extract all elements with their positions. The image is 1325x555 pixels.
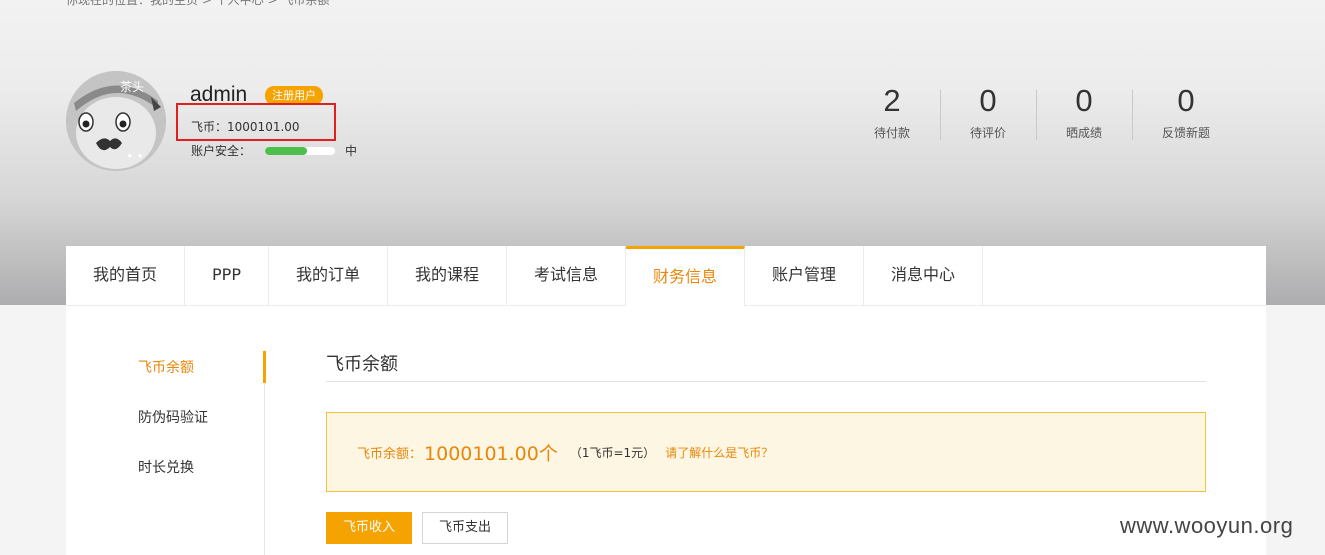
exchange-rate: （1飞币=1元）	[569, 445, 656, 460]
tab-home[interactable]: 我的首页	[66, 246, 185, 306]
stat-label: 晒成绩	[1065, 126, 1102, 140]
security-label: 账户安全：	[191, 144, 252, 158]
stat-show-scores[interactable]: 0 晒成绩	[1036, 82, 1132, 141]
coin-income-button[interactable]: 飞币收入	[326, 512, 412, 544]
account-security: 账户安全： 中	[191, 142, 357, 159]
avatar-face-icon: 茶头 ✦ ✦	[66, 71, 166, 171]
stat-label: 待评价	[969, 126, 1006, 140]
stat-feedback-questions[interactable]: 0 反馈新题	[1132, 82, 1240, 141]
stat-value: 0	[1075, 83, 1093, 118]
svg-text:✦ ✦: ✦ ✦	[126, 152, 144, 162]
order-stats: 2 待付款 0 待评价 0 晒成绩 0 反馈新题	[844, 82, 1240, 141]
tab-courses[interactable]: 我的课程	[388, 246, 507, 306]
stat-pending-payment[interactable]: 2 待付款	[844, 82, 940, 141]
balance-value: 1000101.00个	[424, 442, 558, 465]
security-level: 中	[345, 144, 358, 158]
breadcrumb: 你现在的位置：我的主页 > 个人中心 > 飞币余额	[66, 0, 330, 7]
stat-value: 0	[1177, 83, 1195, 118]
side-item-coin-balance[interactable]: 飞币余额	[66, 350, 266, 400]
side-nav: 飞币余额 防伪码验证 时长兑换	[66, 350, 266, 500]
side-item-anti-counterfeit[interactable]: 防伪码验证	[66, 400, 266, 450]
coin-history-buttons: 飞币收入 飞币支出	[326, 512, 508, 544]
security-meter	[265, 146, 336, 155]
tab-ppp[interactable]: PPP	[185, 246, 269, 306]
side-item-time-exchange[interactable]: 时长兑换	[66, 450, 266, 500]
section-divider	[326, 381, 1206, 382]
main-tabs: 我的首页 PPP 我的订单 我的课程 考试信息 财务信息 账户管理 消息中心	[66, 246, 1266, 306]
stat-label: 反馈新题	[1161, 126, 1210, 140]
stat-pending-review[interactable]: 0 待评价	[940, 82, 1036, 141]
stat-label: 待付款	[873, 126, 910, 140]
tab-finance[interactable]: 财务信息	[626, 246, 745, 306]
what-is-coin-link[interactable]: 请了解什么是飞币？	[665, 444, 773, 461]
avatar[interactable]: 茶头 ✦ ✦	[66, 71, 166, 171]
stat-value: 2	[883, 83, 901, 118]
tab-exam-info[interactable]: 考试信息	[507, 246, 626, 306]
watermark: www.wooyun.org	[1120, 513, 1294, 538]
side-nav-active-indicator	[263, 351, 266, 383]
coin-expense-button[interactable]: 飞币支出	[422, 512, 508, 544]
security-meter-fill	[265, 146, 308, 155]
coin-highlight-annotation	[176, 103, 336, 141]
balance-panel: 飞币余额： 1000101.00个 （1飞币=1元） 请了解什么是飞币？	[326, 412, 1206, 492]
balance-label: 飞币余额：	[357, 446, 423, 462]
tab-messages[interactable]: 消息中心	[864, 246, 983, 306]
section-title: 飞币余额	[326, 354, 398, 375]
tab-orders[interactable]: 我的订单	[269, 246, 388, 306]
tab-account[interactable]: 账户管理	[745, 246, 864, 306]
svg-text:茶头: 茶头	[120, 79, 144, 94]
main-content: 飞币余额 防伪码验证 时长兑换 飞币余额 飞币余额： 1000101.00个 （…	[66, 306, 1266, 555]
stat-value: 0	[979, 83, 997, 118]
